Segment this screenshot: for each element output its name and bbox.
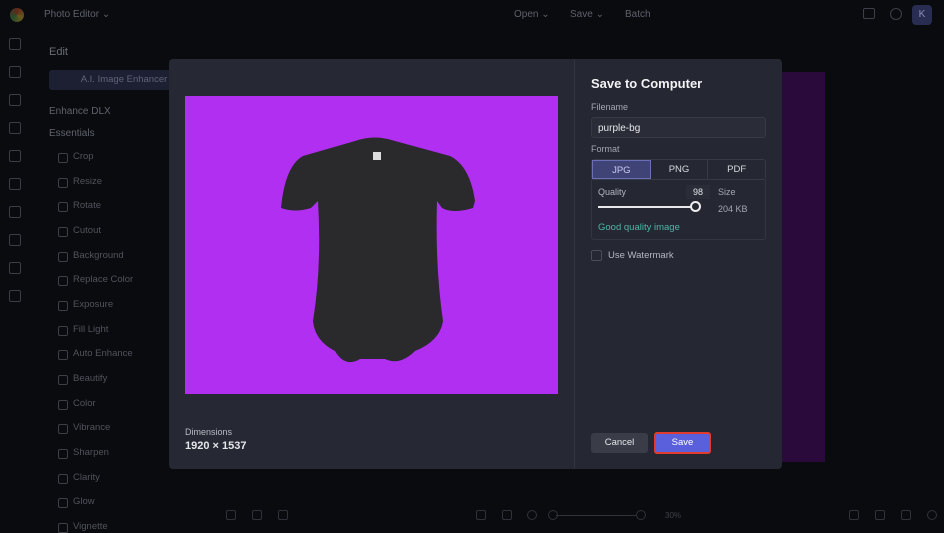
sidebar-item[interactable]: Background <box>58 250 124 262</box>
filename-input[interactable]: purple-bg <box>591 117 766 138</box>
dialog-title: Save to Computer <box>591 76 703 91</box>
layers-icon[interactable] <box>226 510 236 520</box>
textures-icon[interactable] <box>9 290 21 302</box>
sidebar-item[interactable]: Resize <box>57 176 102 188</box>
quality-slider-handle[interactable] <box>690 201 701 212</box>
format-png[interactable]: PNG <box>651 160 709 179</box>
zoom-in-icon[interactable] <box>636 510 646 520</box>
sidebar-item[interactable]: Color <box>58 398 96 410</box>
sidebar-heading: Edit <box>49 46 68 58</box>
preview-image <box>185 96 558 394</box>
canvas-image <box>780 72 825 462</box>
zoom-slider[interactable] <box>556 515 636 516</box>
zoom-level: 30% <box>665 511 682 520</box>
tool-rail <box>0 38 30 318</box>
enhance-dlx-item[interactable]: Enhance DLX <box>49 106 111 117</box>
quality-label: Quality <box>598 187 627 197</box>
image-icon[interactable] <box>9 234 21 246</box>
size-value: 204 KB <box>718 204 748 214</box>
sidebar-item[interactable]: Exposure <box>57 299 113 311</box>
comments-icon[interactable] <box>863 8 875 19</box>
dimensions-label: Dimensions <box>185 427 233 437</box>
quality-value-input[interactable]: 98 <box>686 185 710 199</box>
size-label: Size <box>718 187 736 197</box>
sidebar-item[interactable]: Vignette <box>58 521 108 533</box>
watermark-option[interactable]: Use Watermark <box>591 250 674 261</box>
actual-size-icon[interactable] <box>502 510 512 520</box>
sidebar-item[interactable]: Glow <box>58 496 95 508</box>
filename-label: Filename <box>591 102 629 112</box>
format-pdf[interactable]: PDF <box>708 160 765 179</box>
grid-icon[interactable] <box>278 510 288 520</box>
batch-button[interactable]: Batch <box>625 9 651 20</box>
format-jpg[interactable]: JPG <box>592 160 651 179</box>
cancel-button[interactable]: Cancel <box>591 433 648 453</box>
sidebar-item[interactable]: Beautify <box>57 373 107 385</box>
reset-icon[interactable] <box>849 510 859 520</box>
app-logo <box>10 8 24 22</box>
dimensions-value: 1920 × 1537 <box>185 440 247 452</box>
zoom-out-icon[interactable] <box>527 510 537 520</box>
quality-note: Good quality image <box>598 222 680 233</box>
sidebar-item[interactable]: Clarity <box>58 472 100 484</box>
effects-icon[interactable] <box>9 94 21 106</box>
save-button[interactable]: Save <box>654 432 711 454</box>
open-menu[interactable]: Open ⌄ <box>514 9 550 20</box>
zoom-slider-handle[interactable] <box>548 510 558 520</box>
watermark-checkbox[interactable] <box>591 250 602 261</box>
onesie-image <box>281 137 475 363</box>
save-dialog: Dimensions 1920 × 1537 Save to Computer … <box>169 59 782 469</box>
sidebar-item[interactable]: Fill Light <box>57 324 108 336</box>
essentials-heading: Essentials <box>49 128 95 139</box>
sidebar-item[interactable]: Cutout <box>58 225 101 237</box>
history-icon[interactable] <box>927 510 937 520</box>
top-bar: Photo Editor ⌄ Open ⌄ Save ⌄ Batch K <box>0 0 944 30</box>
sidebar-item[interactable]: Auto Enhance <box>58 348 133 360</box>
save-options-pane: Save to Computer Filename purple-bg Form… <box>574 59 782 469</box>
fit-screen-icon[interactable] <box>476 510 486 520</box>
photo-editor-menu[interactable]: Photo Editor ⌄ <box>44 9 110 20</box>
compare-icon[interactable] <box>252 510 262 520</box>
text-icon[interactable] <box>9 262 21 274</box>
avatar[interactable]: K <box>912 5 932 25</box>
graphics-icon[interactable] <box>9 206 21 218</box>
format-selector: JPG PNG PDF <box>591 159 766 180</box>
format-label: Format <box>591 144 620 154</box>
frames-icon[interactable] <box>9 178 21 190</box>
save-menu[interactable]: Save ⌄ <box>570 9 604 20</box>
sidebar-item[interactable]: Sharpen <box>58 447 109 459</box>
layers-icon[interactable] <box>9 38 21 50</box>
adjust-icon[interactable] <box>9 66 21 78</box>
paint-icon[interactable] <box>9 150 21 162</box>
quality-panel: Quality 98 Good quality image Size 204 K… <box>591 180 766 240</box>
help-icon[interactable] <box>890 8 902 20</box>
sidebar-item[interactable]: Crop <box>58 151 94 163</box>
sidebar-item[interactable]: Replace Color <box>57 274 133 286</box>
redo-icon[interactable] <box>901 510 911 520</box>
sidebar-item[interactable]: Rotate <box>58 200 101 212</box>
watermark-label: Use Watermark <box>608 250 674 261</box>
preview-pane: Dimensions 1920 × 1537 <box>169 59 574 469</box>
quality-slider[interactable] <box>598 206 695 208</box>
touchup-icon[interactable] <box>9 122 21 134</box>
undo-icon[interactable] <box>875 510 885 520</box>
sidebar-item[interactable]: Vibrance <box>57 422 110 434</box>
